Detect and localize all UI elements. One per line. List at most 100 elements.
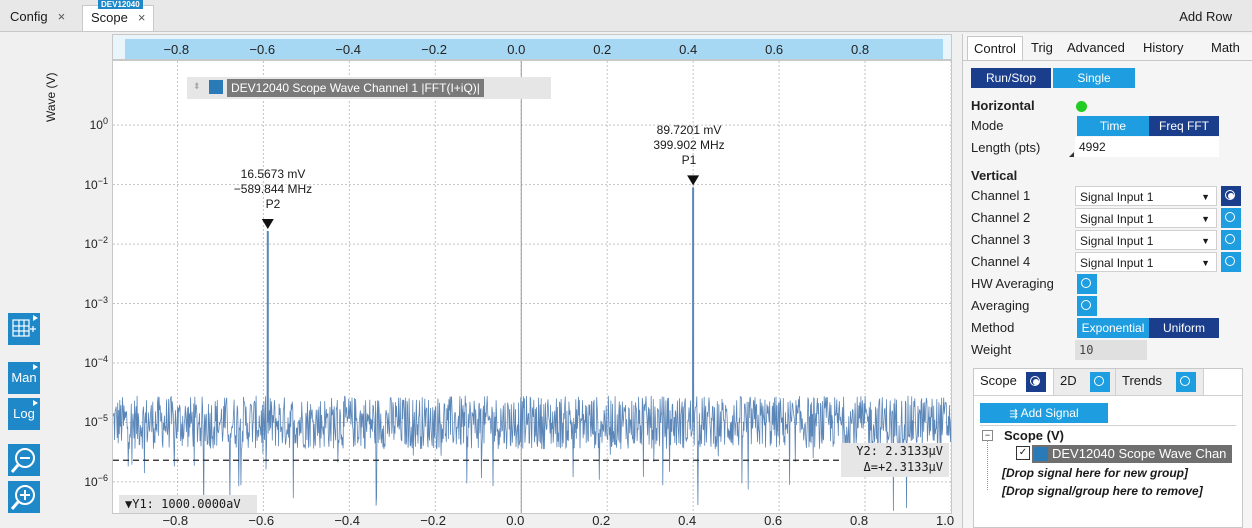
menu-arrow-icon <box>33 364 38 370</box>
device-badge: DEV12040 <box>98 0 143 9</box>
y-tick-exponent: −4 <box>97 353 108 364</box>
axis-scaling-button[interactable] <box>8 313 40 345</box>
drop-remove-target[interactable]: [Drop signal/group here to remove] <box>1002 484 1203 498</box>
channel-3-label: Channel 3 <box>971 232 1031 247</box>
channel-1-value: Signal Input 1 <box>1080 190 1154 204</box>
tab-advanced[interactable]: Advanced <box>1061 36 1131 60</box>
y-tick-label: 10−1 <box>84 176 108 192</box>
close-icon[interactable]: × <box>58 9 66 24</box>
tab-trends-label: Trends <box>1122 373 1162 388</box>
x-tick-label: −0.2 <box>420 513 446 528</box>
single-button[interactable]: Single <box>1053 68 1135 88</box>
peak-label-p1: 89.7201 mV 399.902 MHz P1 <box>639 123 739 168</box>
man-button[interactable]: Man <box>8 362 40 394</box>
channel-3-value: Signal Input 1 <box>1080 234 1154 248</box>
channel-2-value: Signal Input 1 <box>1080 212 1154 226</box>
2d-radio[interactable] <box>1090 372 1110 392</box>
tree-group-label[interactable]: Scope (V) <box>1004 428 1064 443</box>
add-signal-label: Add Signal <box>1020 406 1079 420</box>
vertical-heading: Vertical <box>971 168 1018 183</box>
y-tick-base: 10 <box>84 415 98 430</box>
tree-signal-item[interactable]: DEV12040 Scope Wave Chan <box>1032 445 1232 463</box>
fft-plot[interactable] <box>112 61 952 513</box>
menu-arrow-icon <box>33 400 38 406</box>
channel-1-select[interactable]: Signal Input 1 ▼ <box>1075 186 1217 206</box>
mode-label: Mode <box>971 118 1004 133</box>
channel-2-label: Channel 2 <box>971 210 1031 225</box>
y-tick-exponent: −1 <box>97 175 108 186</box>
channel-3-select[interactable]: Signal Input 1 ▼ <box>1075 230 1217 250</box>
peak-p1-value: 89.7201 mV <box>656 123 722 137</box>
tab-scope-signals[interactable]: Scope <box>974 369 1054 395</box>
y-tick-label: 10−5 <box>84 413 108 429</box>
legend-box[interactable]: ⬍ DEV12040 Scope Wave Channel 1 |FFT(I+i… <box>187 77 551 99</box>
top-range-axis[interactable]: −0.8 −0.6 −0.4 −0.2 0.0 0.2 0.4 0.6 0.8 <box>112 34 952 60</box>
mode-fft-button[interactable]: Freq FFT <box>1149 116 1219 136</box>
tab-scope-label: Scope <box>91 10 128 25</box>
averaging-toggle[interactable] <box>1077 296 1097 316</box>
x-axis-ticks: −0.8 −0.6 −0.4 −0.2 0.0 0.2 0.4 0.6 0.8 1.0 <box>112 513 954 528</box>
channel-1-radio[interactable] <box>1221 186 1241 206</box>
cursor-y1-readout[interactable]: ▼Y1: 1000.0000aV <box>119 495 257 513</box>
y-tick-base: 10 <box>84 237 98 252</box>
method-exponential-button[interactable]: Exponential <box>1077 318 1149 338</box>
zoom-out-button[interactable] <box>8 444 40 476</box>
add-signal-button[interactable]: ⇶ Add Signal <box>980 403 1108 423</box>
channel-2-radio[interactable] <box>1221 208 1241 228</box>
tree-signal-label: DEV12040 Scope Wave Chan <box>1052 446 1227 461</box>
mode-time-button[interactable]: Time <box>1077 116 1149 136</box>
y-axis-label: Wave (V) <box>44 72 58 122</box>
tab-control[interactable]: Control <box>967 36 1023 60</box>
x-tick-label: 0.4 <box>678 513 697 528</box>
tab-config[interactable]: Config × <box>2 5 73 31</box>
top-tick-label: 0.8 <box>851 42 870 57</box>
channel-3-radio[interactable] <box>1221 230 1241 250</box>
y-tick-label: 10−4 <box>84 354 108 370</box>
zoom-in-button[interactable] <box>8 481 40 513</box>
y-tick-exponent: 0 <box>102 116 108 127</box>
hw-averaging-toggle[interactable] <box>1077 274 1097 294</box>
menu-arrow-icon <box>33 315 38 321</box>
y-tick-base: 10 <box>84 474 98 489</box>
channel-1-label: Channel 1 <box>971 188 1031 203</box>
drop-new-group-target[interactable]: [Drop signal here for new group] <box>1002 466 1188 480</box>
zoom-in-icon <box>10 485 35 510</box>
x-tick-label: −0.4 <box>334 513 361 528</box>
legend-label: DEV12040 Scope Wave Channel 1 |FFT(I+iQ)… <box>227 79 484 97</box>
range-selector-band[interactable] <box>125 39 943 59</box>
tab-math[interactable]: Math <box>1205 36 1246 60</box>
drag-handle-icon[interactable]: ⬍ <box>193 81 201 92</box>
man-label: Man <box>11 370 37 385</box>
weight-input[interactable]: 10 <box>1075 340 1147 360</box>
signal-checkbox[interactable]: ✓ <box>1016 446 1030 460</box>
signal-subpanel: Scope 2D Trends ⇶ Add Signal − Scope (V)… <box>973 368 1243 528</box>
top-tab-bar: Config × Scope × DEV12040 Add Row <box>0 0 1252 32</box>
control-panel: Control Trig Advanced History Math Run/S… <box>962 34 1252 528</box>
tab-trig[interactable]: Trig <box>1025 36 1059 60</box>
y-tick-base: 10 <box>84 296 98 311</box>
y-tick-exponent: −6 <box>97 472 108 483</box>
channel-2-select[interactable]: Signal Input 1 ▼ <box>1075 208 1217 228</box>
run-stop-button[interactable]: Run/Stop <box>971 68 1051 88</box>
series-trace <box>112 187 952 512</box>
length-input[interactable]: 4992 <box>1075 137 1219 157</box>
trends-radio[interactable] <box>1176 372 1196 392</box>
chevron-down-icon: ▼ <box>1201 192 1210 202</box>
scope-radio[interactable] <box>1026 372 1046 392</box>
close-icon[interactable]: × <box>138 10 146 25</box>
tab-trends[interactable]: Trends <box>1116 369 1204 395</box>
channel-4-select[interactable]: Signal Input 1 ▼ <box>1075 252 1217 272</box>
channel-4-radio[interactable] <box>1221 252 1241 272</box>
plot-area[interactable]: ⬍ DEV12040 Scope Wave Channel 1 |FFT(I+i… <box>112 60 952 514</box>
top-tick-label: −0.6 <box>249 42 276 57</box>
method-uniform-button[interactable]: Uniform <box>1149 318 1219 338</box>
log-button[interactable]: Log <box>8 398 40 430</box>
tab-2d[interactable]: 2D <box>1054 369 1116 395</box>
tab-history[interactable]: History <box>1137 36 1189 60</box>
averaging-label: Averaging <box>971 298 1030 313</box>
add-row-button[interactable]: Add Row <box>1179 9 1232 24</box>
series-color-swatch <box>209 80 223 94</box>
y-tick-base: 10 <box>84 355 98 370</box>
y-tick-label: 10−6 <box>84 473 108 489</box>
length-label: Length (pts) <box>971 140 1041 155</box>
